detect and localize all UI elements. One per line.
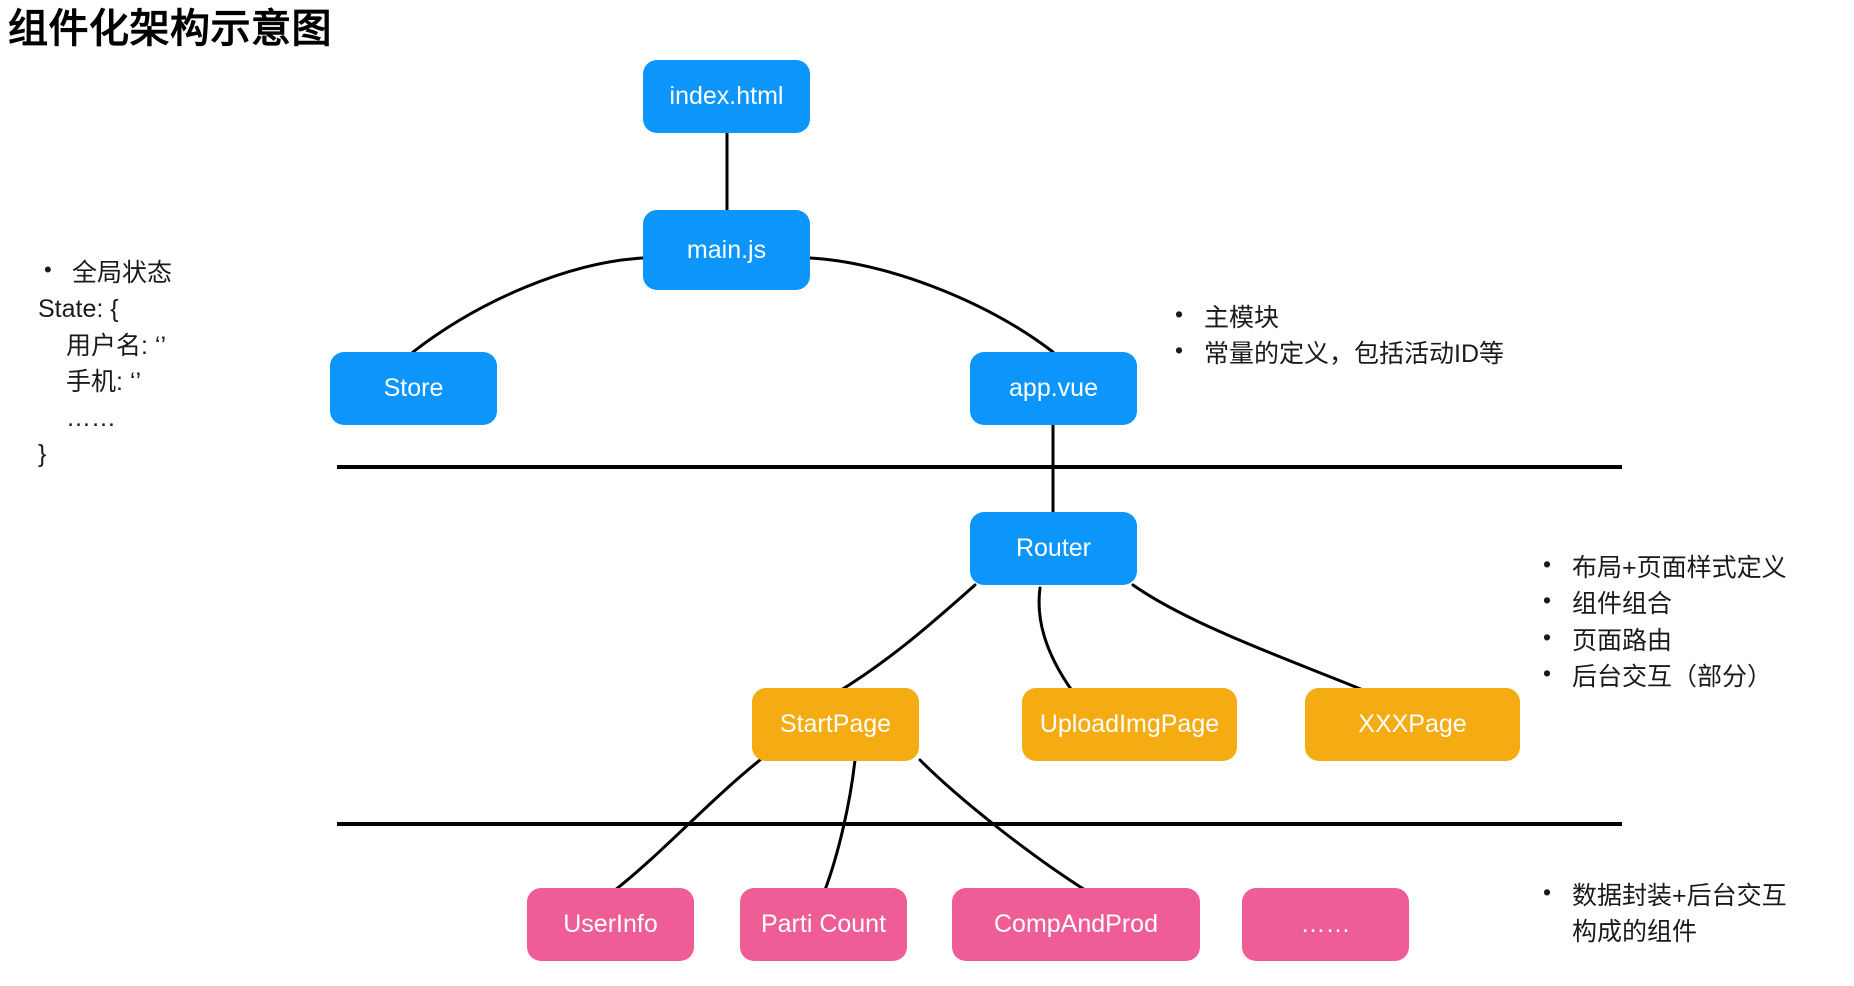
app-module-annotation-item: 常量的定义，包括活动ID等 — [1170, 334, 1504, 372]
node-app-vue-label: app.vue — [1009, 374, 1098, 402]
node-router-label: Router — [1015, 534, 1092, 562]
page-layer-annotation: 布局+页面样式定义 组件组合 页面路由 后台交互（部分） — [1538, 548, 1787, 695]
node-index-html[interactable]: index.html — [643, 60, 810, 133]
edge-startpage-to-particount — [823, 758, 857, 892]
component-layer-annotation: 数据封装+后台交互 构成的组件 — [1538, 876, 1787, 951]
node-parti-count[interactable]: Parti Count — [740, 888, 907, 961]
node-start-page-label: StartPage — [779, 710, 892, 738]
state-annotation-bullet: 全局状态 — [38, 254, 172, 291]
node-comp-and-prod-label: CompAndProd — [994, 910, 1158, 938]
node-upload-img-page[interactable]: UploadImgPage — [1022, 688, 1237, 761]
edge-startpage-to-userinfo — [613, 758, 762, 892]
edge-router-to-xxxpage — [1131, 583, 1370, 694]
node-store[interactable]: Store — [330, 352, 497, 425]
node-index-html-label: index.html — [669, 82, 784, 110]
node-more-components[interactable]: …… — [1242, 888, 1409, 961]
component-layer-annotation-item: 数据封装+后台交互 构成的组件 — [1538, 876, 1787, 951]
node-user-info-label: UserInfo — [563, 910, 658, 938]
node-main-js-label: main.js — [686, 235, 767, 264]
node-more-components-label: …… — [1300, 910, 1351, 938]
edge-router-to-startpage — [836, 583, 977, 694]
node-xxx-page[interactable]: XXXPage — [1305, 688, 1520, 761]
edge-main-to-store — [411, 256, 645, 354]
node-main-js[interactable]: main.js — [643, 210, 810, 290]
page-layer-annotation-item: 布局+页面样式定义 — [1538, 548, 1787, 586]
node-store-label: Store — [383, 374, 444, 402]
state-annotation-phone: 手机: ‘’ — [66, 367, 142, 396]
state-annotation-ellipsis: …… — [66, 404, 116, 432]
app-module-annotation-item: 主模块 — [1170, 298, 1504, 336]
node-user-info[interactable]: UserInfo — [527, 888, 694, 961]
state-annotation-username: 用户名: ‘’ — [66, 331, 167, 360]
edge-main-to-appvue — [808, 256, 1055, 354]
connector-layer — [337, 131, 1622, 892]
page-layer-annotation-item: 页面路由 — [1538, 620, 1787, 659]
edge-router-to-uploadimgpage — [1037, 586, 1075, 694]
node-router[interactable]: Router — [970, 512, 1137, 585]
page-layer-annotation-item: 后台交互（部分） — [1538, 657, 1787, 695]
app-module-annotation: 主模块 常量的定义，包括活动ID等 — [1170, 298, 1504, 373]
edge-startpage-to-compandprod — [918, 758, 1087, 892]
node-parti-count-label: Parti Count — [760, 910, 887, 938]
node-xxx-page-label: XXXPage — [1358, 710, 1467, 738]
state-annotation-close: } — [38, 440, 47, 469]
node-start-page[interactable]: StartPage — [752, 688, 919, 761]
node-upload-img-page-label: UploadImgPage — [1039, 710, 1220, 738]
page-layer-annotation-item: 组件组合 — [1538, 584, 1787, 622]
node-app-vue[interactable]: app.vue — [970, 352, 1137, 425]
page-title: 组件化架构示意图 — [8, 7, 332, 51]
node-comp-and-prod[interactable]: CompAndProd — [952, 888, 1200, 961]
diagram-canvas: 组件化架构示意图 index.html main.js Store app.vu… — [0, 0, 1854, 986]
state-annotation-open: State: { — [38, 295, 119, 324]
state-annotation: 全局状态 State: { 用户名: ‘’ 手机: ‘’ …… } — [38, 254, 172, 473]
